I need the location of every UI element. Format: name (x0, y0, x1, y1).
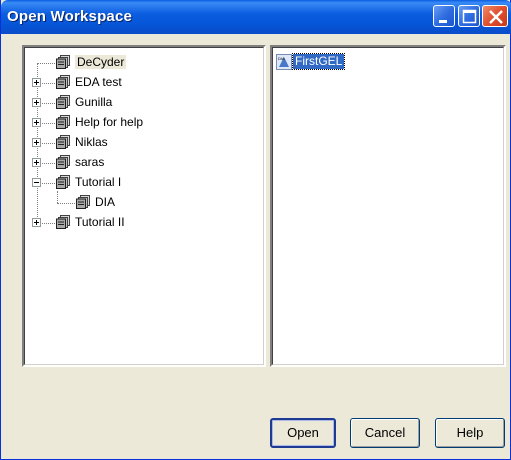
workspace-icon (56, 215, 70, 229)
workspace-icon (56, 155, 70, 169)
workspace-icon (76, 195, 90, 209)
tree-item-niklas[interactable]: Niklas (25, 133, 265, 153)
workspace-icon (56, 95, 70, 109)
tree-item-dia[interactable]: DIA (25, 191, 265, 213)
tree-item-help-for-help[interactable]: Help for help (25, 113, 265, 133)
open-workspace-dialog: Open Workspace DeCyder EDA test Gunilla Hel… (0, 0, 511, 460)
minimize-button[interactable] (433, 5, 455, 27)
open-button[interactable]: Open (270, 418, 336, 448)
expand-icon[interactable] (32, 78, 41, 87)
svg-text:DIA: DIA (278, 56, 285, 61)
maximize-icon (462, 9, 477, 24)
close-button[interactable] (482, 5, 508, 27)
tree-item-label: Niklas (75, 135, 108, 149)
gel-file-icon: DIA (276, 54, 292, 70)
workspace-icon (56, 115, 70, 129)
tree-line (57, 203, 75, 204)
minimize-icon (439, 20, 447, 23)
tree-line (37, 63, 55, 64)
gel-list[interactable]: DIA FirstGEL (270, 45, 506, 367)
maximize-button[interactable] (458, 5, 480, 27)
tree-item-gunilla[interactable]: Gunilla (25, 93, 265, 113)
help-button[interactable]: Help (435, 418, 505, 448)
expand-icon[interactable] (32, 138, 41, 147)
tree-item-tutorial-ii[interactable]: Tutorial II (25, 213, 265, 233)
title-bar[interactable]: Open Workspace (1, 0, 511, 34)
workspace-icon (56, 175, 70, 189)
tree-item-decyder[interactable]: DeCyder (25, 53, 265, 73)
tree-item-eda-test[interactable]: EDA test (25, 73, 265, 93)
workspace-icon (56, 55, 70, 69)
expand-icon[interactable] (32, 118, 41, 127)
tree-line (57, 191, 58, 203)
tree-item-label: Tutorial II (75, 215, 125, 229)
tree-item-label: Help for help (75, 115, 144, 129)
tree-item-label: DeCyder (75, 55, 127, 69)
workspace-icon (56, 75, 70, 89)
tree-item-label: Tutorial I (75, 175, 122, 189)
list-item-label: FirstGEL (291, 53, 346, 70)
tree-item-saras[interactable]: saras (25, 153, 265, 173)
tree-item-label: EDA test (75, 75, 122, 89)
expand-icon[interactable] (32, 218, 41, 227)
workspace-icon (56, 135, 70, 149)
tree-item-label: saras (75, 155, 105, 169)
expand-icon[interactable] (32, 98, 41, 107)
tree-item-label: Gunilla (75, 95, 113, 109)
cancel-button[interactable]: Cancel (350, 418, 420, 448)
tree-item-label: DIA (95, 195, 116, 209)
collapse-icon[interactable] (32, 178, 41, 187)
tree-item-tutorial-i[interactable]: Tutorial I (25, 173, 265, 193)
workspace-tree[interactable]: DeCyder EDA test Gunilla Help for help Nikla… (22, 45, 266, 367)
window-title: Open Workspace (7, 8, 133, 25)
close-icon (489, 10, 503, 24)
expand-icon[interactable] (32, 158, 41, 167)
